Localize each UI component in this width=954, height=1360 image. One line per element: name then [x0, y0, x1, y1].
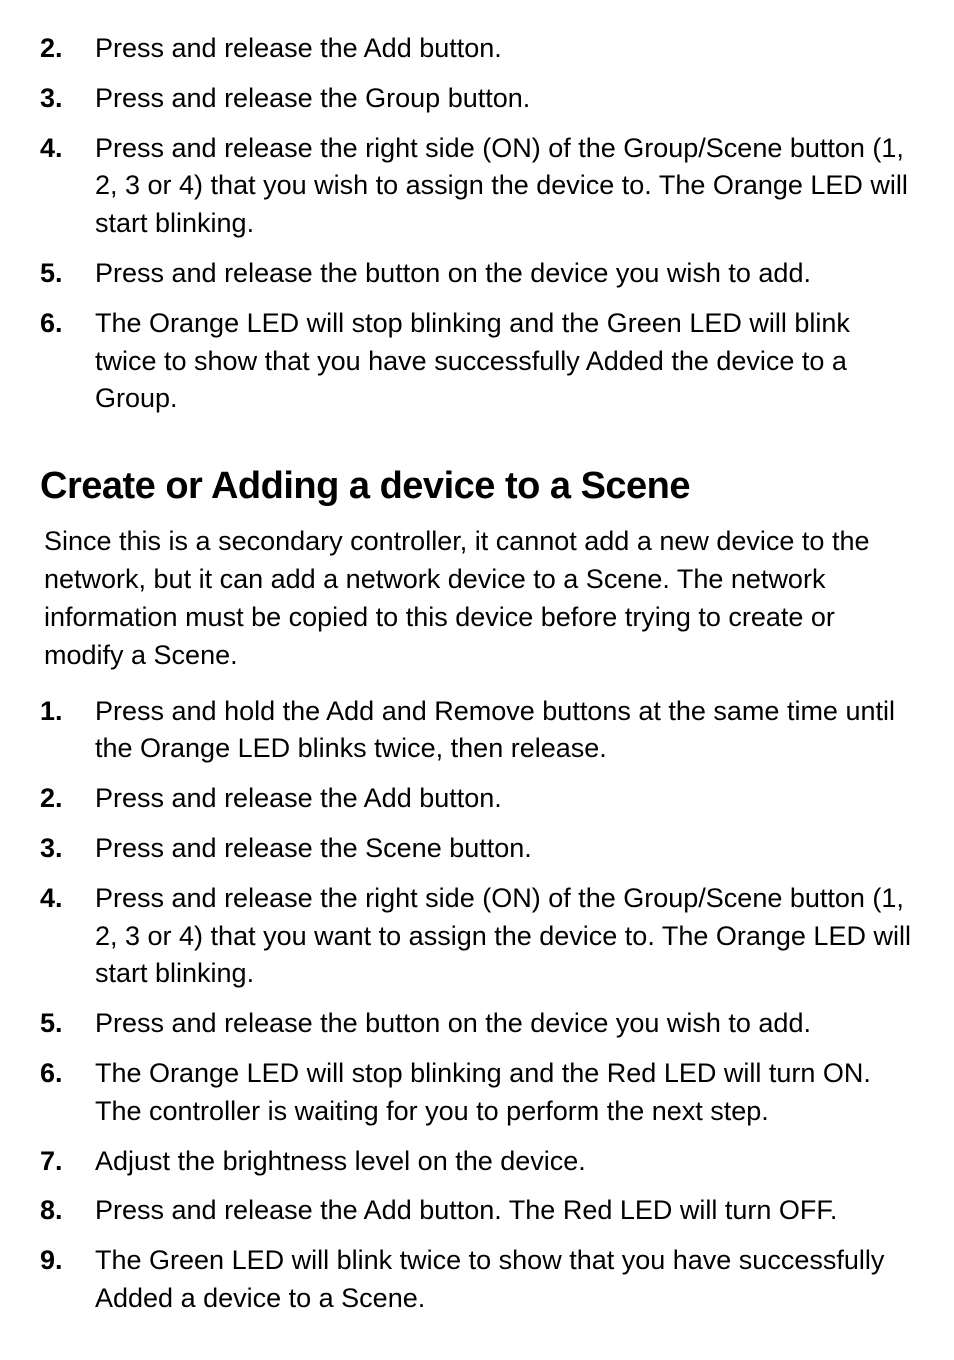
list-number: 6. [40, 1055, 95, 1131]
list-text: Press and release the Group button. [95, 80, 914, 118]
list-text: Press and hold the Add and Remove button… [95, 693, 914, 769]
list-item: 2. Press and release the Add button. [40, 30, 914, 68]
list-number: 2. [40, 780, 95, 818]
list-text: Press and release the Add button. [95, 780, 914, 818]
list-item: 5. Press and release the button on the d… [40, 255, 914, 293]
list-text: The Green LED will blink twice to show t… [95, 1242, 914, 1318]
list-text: Press and release the Add button. The Re… [95, 1192, 914, 1230]
list-item: 7. Adjust the brightness level on the de… [40, 1143, 914, 1181]
ordered-list-group: 2. Press and release the Add button. 3. … [40, 30, 914, 418]
list-text: Adjust the brightness level on the devic… [95, 1143, 914, 1181]
list-number: 7. [40, 1143, 95, 1181]
list-text: Press and release the right side (ON) of… [95, 880, 914, 993]
list-item: 3. Press and release the Group button. [40, 80, 914, 118]
list-item: 4. Press and release the right side (ON)… [40, 880, 914, 993]
list-text: Press and release the Scene button. [95, 830, 914, 868]
list-number: 1. [40, 693, 95, 769]
list-number: 4. [40, 130, 95, 243]
list-text: Press and release the Add button. [95, 30, 914, 68]
list-number: 4. [40, 880, 95, 993]
list-item: 5. Press and release the button on the d… [40, 1005, 914, 1043]
list-item: 6. The Orange LED will stop blinking and… [40, 1055, 914, 1131]
list-number: 3. [40, 80, 95, 118]
list-item: 1. Press and hold the Add and Remove but… [40, 693, 914, 769]
list-text: The Orange LED will stop blinking and th… [95, 305, 914, 418]
list-item: 6. The Orange LED will stop blinking and… [40, 305, 914, 418]
list-item: 4. Press and release the right side (ON)… [40, 130, 914, 243]
list-number: 5. [40, 255, 95, 293]
list-number: 5. [40, 1005, 95, 1043]
list-number: 3. [40, 830, 95, 868]
list-text: Press and release the button on the devi… [95, 1005, 914, 1043]
list-text: Press and release the button on the devi… [95, 255, 914, 293]
list-item: 2. Press and release the Add button. [40, 780, 914, 818]
intro-paragraph: Since this is a secondary controller, it… [40, 523, 914, 674]
list-item: 9. The Green LED will blink twice to sho… [40, 1242, 914, 1318]
list-number: 9. [40, 1242, 95, 1318]
list-item: 8. Press and release the Add button. The… [40, 1192, 914, 1230]
list-text: Press and release the right side (ON) of… [95, 130, 914, 243]
list-number: 2. [40, 30, 95, 68]
list-item: 3. Press and release the Scene button. [40, 830, 914, 868]
list-number: 8. [40, 1192, 95, 1230]
list-text: The Orange LED will stop blinking and th… [95, 1055, 914, 1131]
section-heading: Create or Adding a device to a Scene [40, 460, 914, 513]
ordered-list-scene: 1. Press and hold the Add and Remove but… [40, 693, 914, 1318]
list-number: 6. [40, 305, 95, 418]
